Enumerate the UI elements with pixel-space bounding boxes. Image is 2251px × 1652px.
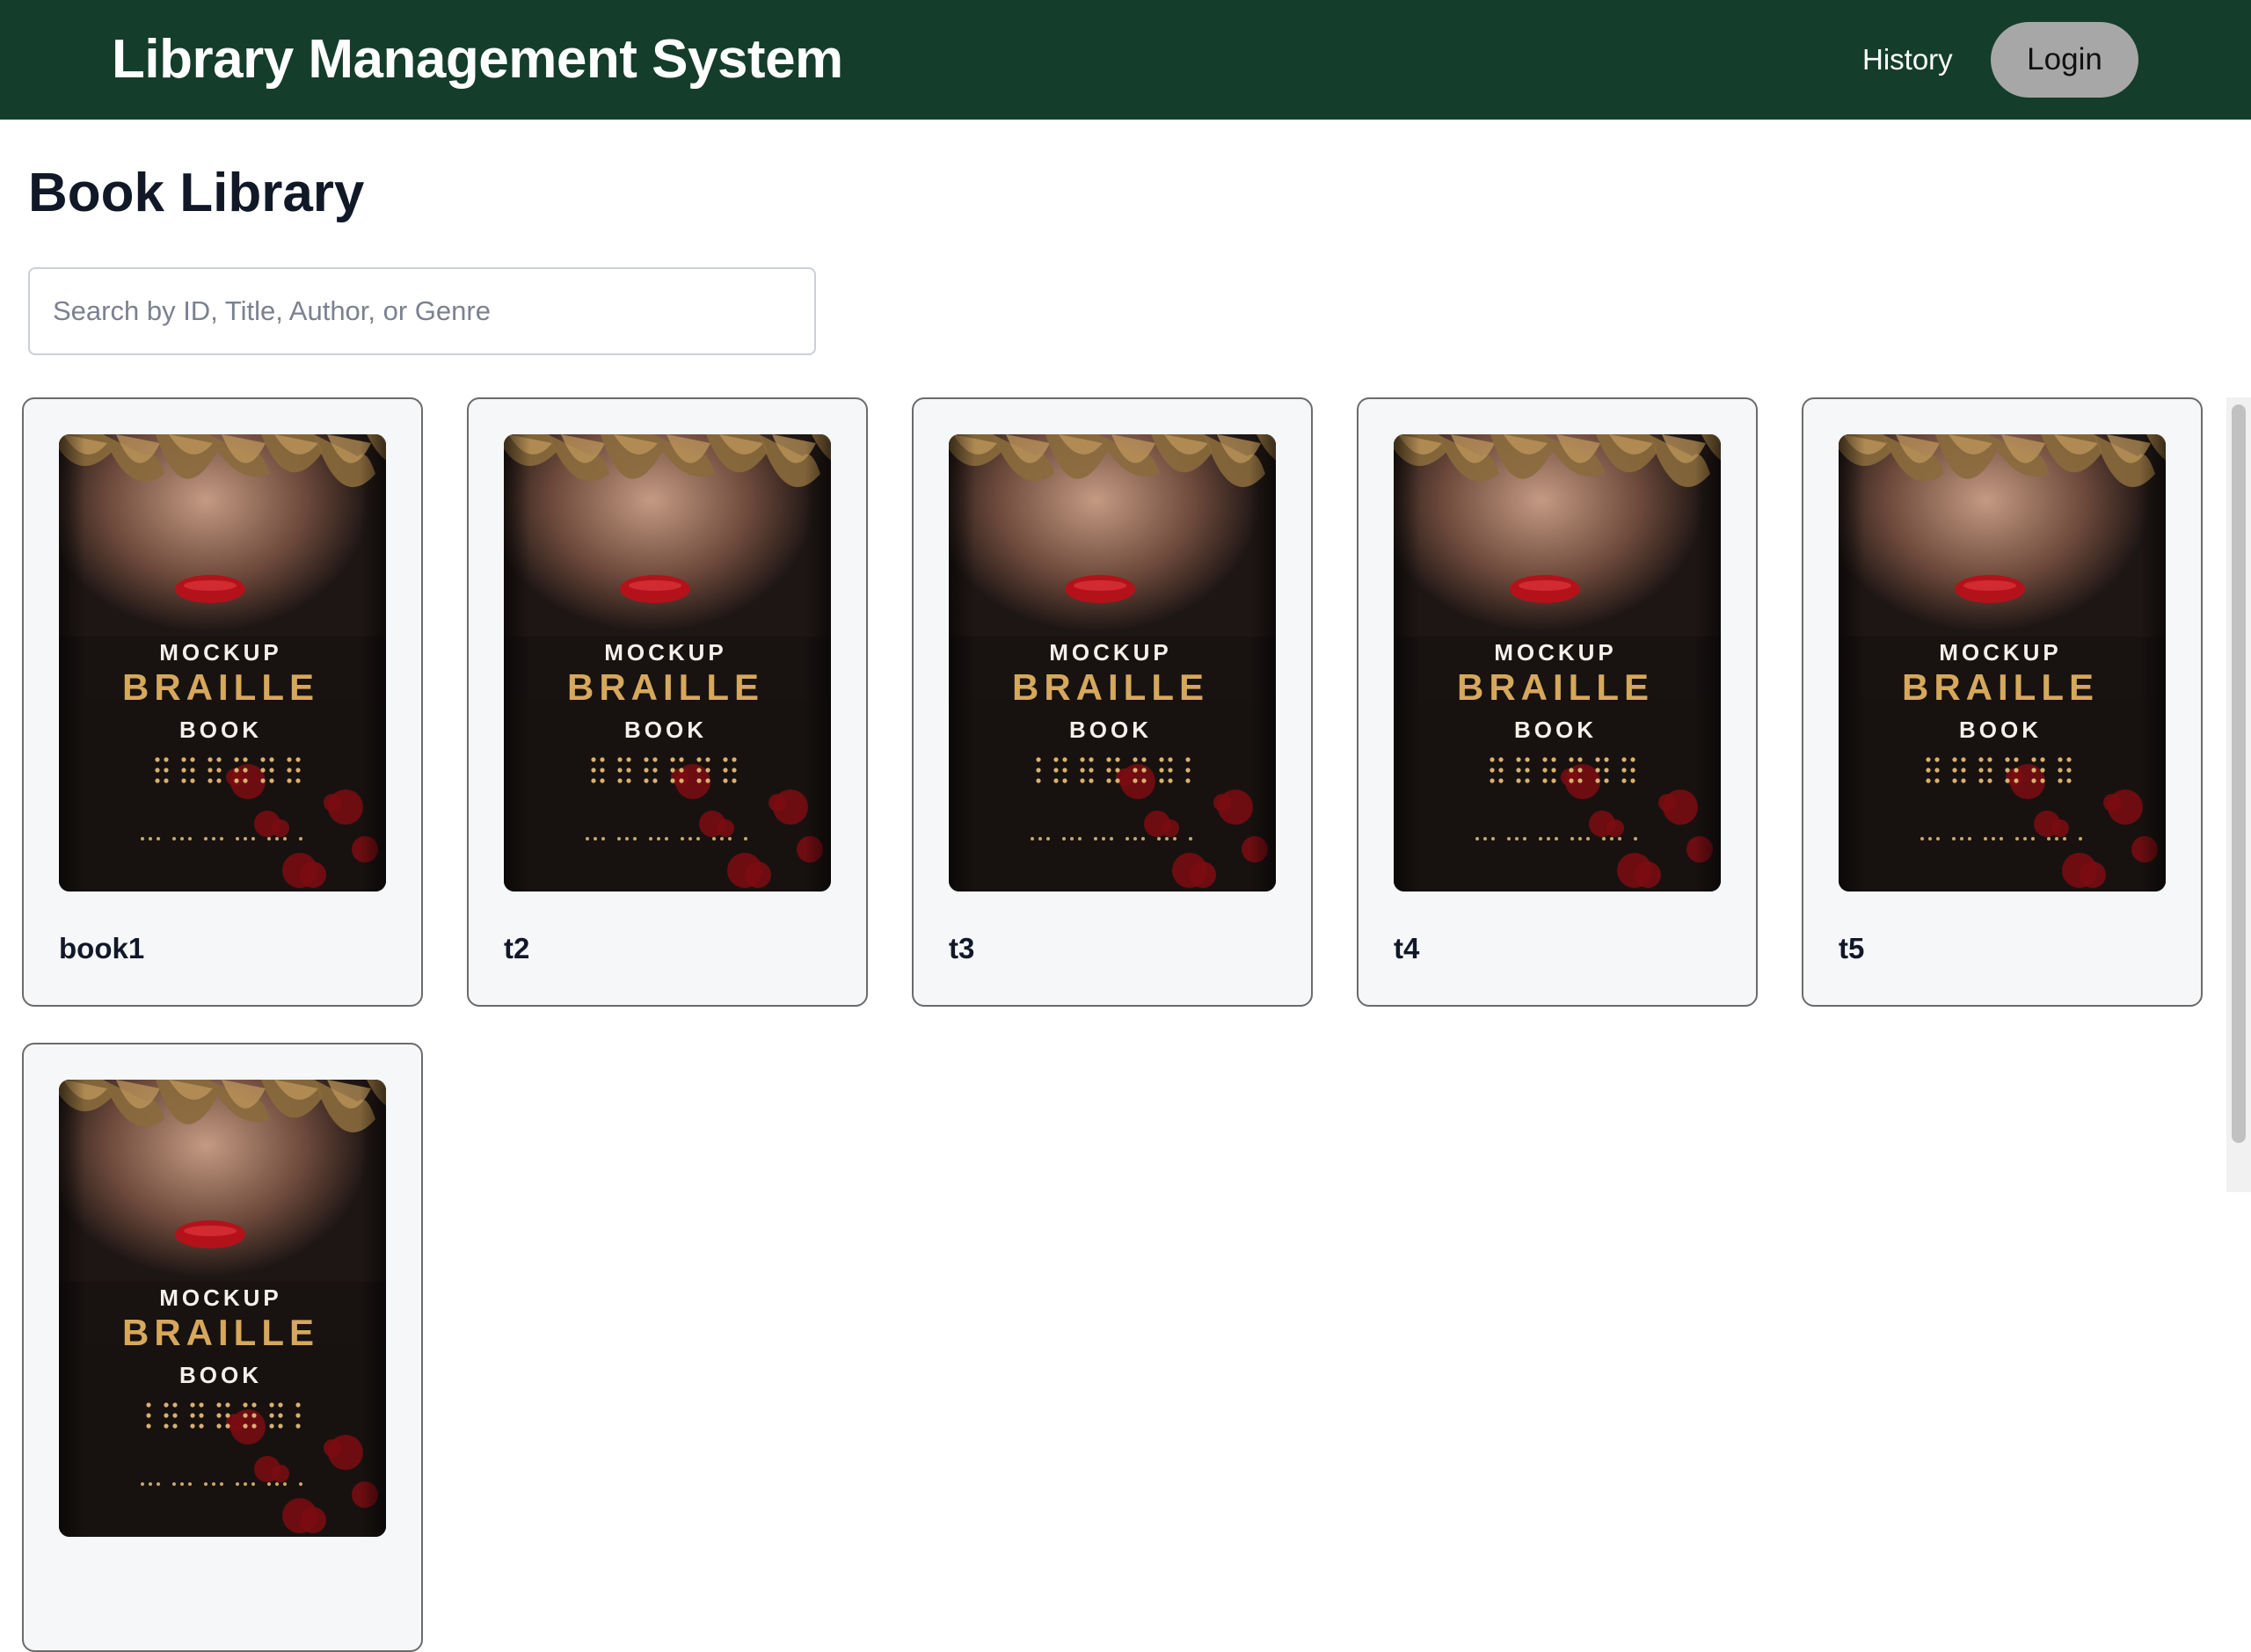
book-cover[interactable]: MOCKUP BRAILLE BOOK [1394, 434, 1721, 891]
book-card[interactable]: MOCKUP BRAILLE BOOK [22, 1043, 423, 1652]
book-card[interactable]: MOCKUP BRAILLE BOOK book1 [22, 397, 423, 1007]
book-title: t2 [504, 932, 530, 964]
book-cover-image: MOCKUP BRAILLE BOOK [59, 434, 386, 891]
book-cover-image: MOCKUP BRAILLE BOOK [1839, 434, 2166, 891]
book-title: t5 [1839, 932, 1865, 964]
book-cover[interactable]: MOCKUP BRAILLE BOOK [59, 434, 386, 891]
book-cover-image: MOCKUP BRAILLE BOOK [1394, 434, 1721, 891]
login-button[interactable]: Login [1991, 22, 2138, 98]
history-link[interactable]: History [1862, 42, 1953, 77]
book-card[interactable]: MOCKUP BRAILLE BOOK t3 [912, 397, 1313, 1007]
book-card[interactable]: MOCKUP BRAILLE BOOK t5 [1802, 397, 2203, 1007]
top-navbar: Library Management System History Login [0, 0, 2251, 120]
book-cover[interactable]: MOCKUP BRAILLE BOOK [59, 1080, 386, 1537]
book-cover-image: MOCKUP BRAILLE BOOK [504, 434, 831, 891]
book-card[interactable]: MOCKUP BRAILLE BOOK t2 [467, 397, 868, 1007]
book-title: t4 [1394, 932, 1420, 964]
app-title: Library Management System [112, 29, 843, 90]
book-title: book1 [59, 932, 145, 964]
book-cover[interactable]: MOCKUP BRAILLE BOOK [504, 434, 831, 891]
book-cover[interactable]: MOCKUP BRAILLE BOOK [949, 434, 1276, 891]
page-title: Book Library [28, 163, 365, 223]
book-title: t3 [949, 932, 975, 964]
book-cover-image: MOCKUP BRAILLE BOOK [949, 434, 1276, 891]
book-cover-image: MOCKUP BRAILLE BOOK [59, 1080, 386, 1537]
book-card[interactable]: MOCKUP BRAILLE BOOK t4 [1357, 397, 1758, 1007]
book-cover[interactable]: MOCKUP BRAILLE BOOK [1839, 434, 2166, 891]
scrollbar-thumb[interactable] [2232, 404, 2246, 1143]
search-input[interactable] [28, 267, 816, 355]
